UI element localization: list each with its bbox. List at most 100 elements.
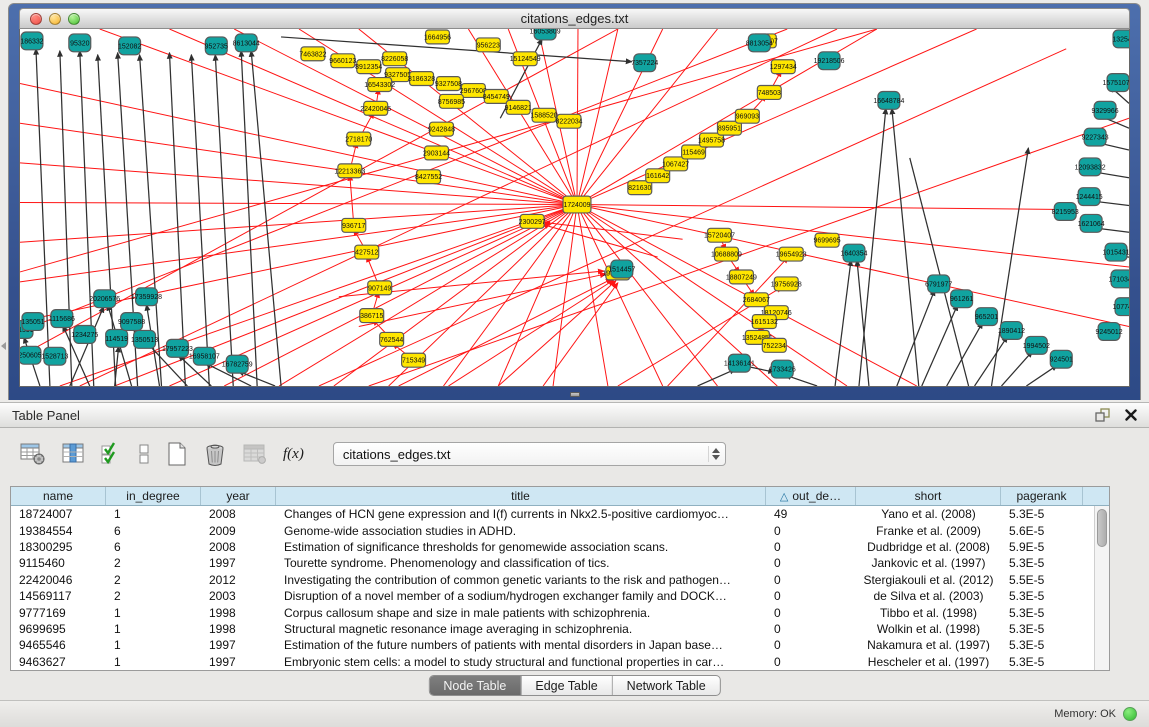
- graph-node-label: 952735: [205, 43, 228, 50]
- table-cell: Franke et al. (2009): [856, 524, 1001, 538]
- graph-node-label: 895951: [718, 126, 741, 133]
- table-cell: Wolkin et al. (1998): [856, 622, 1001, 636]
- graph-node-label: 8186328: [408, 76, 435, 83]
- graph-node-label: 22420046: [360, 106, 391, 113]
- float-panel-icon[interactable]: [1095, 408, 1111, 422]
- graph-node-label: 9329966: [1092, 108, 1119, 115]
- table-cell: Estimation of the future numbers of pati…: [276, 638, 766, 652]
- delete-column-button[interactable]: [203, 441, 227, 467]
- graph-node-label: 8226058: [381, 56, 408, 63]
- table-cell: 1: [106, 655, 201, 669]
- table-row[interactable]: 1872400712008Changes of HCN gene express…: [11, 506, 1109, 522]
- graph-node-label: 1640354: [840, 251, 867, 258]
- table-cell: Disruption of a novel member of a sodium…: [276, 589, 766, 603]
- table-cell: Structural magnetic resonance image aver…: [276, 622, 766, 636]
- table-row[interactable]: 1456911722003Disruption of a novel membe…: [11, 588, 1109, 604]
- tab-edge-table[interactable]: Edge Table: [521, 676, 612, 695]
- graph-node-label: 8613044: [233, 40, 260, 47]
- graph-node-label: 16648784: [873, 98, 904, 105]
- network-graph[interactable]: 7463822966012389123548226058932750581863…: [20, 29, 1129, 386]
- table-type-tabs: Node TableEdge TableNetwork Table: [428, 675, 720, 696]
- column-header[interactable]: in_degree: [106, 487, 201, 505]
- table-cell: 9463627: [11, 655, 106, 669]
- split-pane-handle[interactable]: [570, 392, 580, 397]
- column-header[interactable]: pagerank: [1001, 487, 1083, 505]
- table-body: 1872400712008Changes of HCN gene express…: [11, 506, 1109, 670]
- function-builder-button[interactable]: f(x): [283, 446, 304, 463]
- graph-node-label: 2684067: [743, 297, 770, 304]
- graph-node-label: 95320: [70, 40, 89, 47]
- graph-node-label: 9660123: [329, 58, 356, 65]
- table-cell: 9465546: [11, 638, 106, 652]
- graph-node-label: 19756928: [771, 281, 802, 288]
- row-height-button[interactable]: [137, 442, 151, 466]
- network-view-window[interactable]: citations_edges.txt 74638229660123891235…: [8, 3, 1141, 400]
- table-row[interactable]: 946362711997Embryonic stem cells: a mode…: [11, 654, 1109, 670]
- table-cell: 0: [766, 556, 856, 570]
- column-header[interactable]: name: [11, 487, 106, 505]
- table-row[interactable]: 946554611997Estimation of the future num…: [11, 637, 1109, 653]
- table-mode-button[interactable]: [20, 442, 46, 466]
- graph-node-label: 1297434: [770, 64, 797, 71]
- table-panel-titlebar[interactable]: Table Panel: [0, 403, 1149, 428]
- table-row[interactable]: 969969511998Structural magnetic resonanc…: [11, 621, 1109, 637]
- graph-node-label: 8215953: [1052, 209, 1079, 216]
- graph-node-label: 8454749: [483, 94, 510, 101]
- table-row[interactable]: 911546021997Tourette syndrome. Phenomeno…: [11, 555, 1109, 571]
- table-row[interactable]: 2242004622012Investigating the contribut…: [11, 572, 1109, 588]
- table-cell: 2003: [201, 589, 276, 603]
- table-row[interactable]: 1830029562008Estimation of significance …: [11, 539, 1109, 555]
- graph-node-label: 386715: [360, 313, 383, 320]
- table-row[interactable]: 977716911998Corpus callosum shape and si…: [11, 604, 1109, 620]
- graph-node-label: 15124549: [510, 56, 541, 63]
- table-cell: 49: [766, 507, 856, 521]
- graph-node-label: 956223: [477, 42, 500, 49]
- graph-node-label: 1588520: [531, 113, 558, 120]
- import-table-button[interactable]: [242, 442, 268, 466]
- graph-node-label: 821630: [628, 185, 651, 192]
- table-cell: Tibbo et al. (1998): [856, 606, 1001, 620]
- column-header[interactable]: year: [201, 487, 276, 505]
- tab-network-table[interactable]: Network Table: [613, 676, 720, 695]
- graph-node-label: 8813054: [746, 40, 773, 47]
- table-header-row: namein_degreeyeartitle△out_de…shortpager…: [11, 487, 1109, 506]
- column-header[interactable]: title: [276, 487, 766, 505]
- network-canvas[interactable]: 7463822966012389123548226058932750581863…: [19, 29, 1130, 387]
- table-row[interactable]: 1938455462009Genome-wide association stu…: [11, 522, 1109, 538]
- graph-node-label: 15751074: [1103, 80, 1129, 87]
- graph-node-label: 748503: [758, 90, 781, 97]
- table-cell: 5.3E-5: [1001, 507, 1083, 521]
- graph-node-label: 6791977: [925, 281, 952, 288]
- table-panel: Table Panel: [0, 402, 1149, 700]
- select-columns-button[interactable]: [100, 442, 122, 466]
- table-cell: 0: [766, 606, 856, 620]
- graph-node-label: 17957223: [162, 346, 193, 353]
- vertical-scrollbar[interactable]: [1094, 506, 1109, 670]
- tab-node-table[interactable]: Node Table: [429, 676, 521, 695]
- close-panel-icon[interactable]: [1125, 409, 1137, 421]
- graph-node-label: 9699695: [814, 238, 841, 245]
- table-cell: Yano et al. (2008): [856, 507, 1001, 521]
- window-titlebar[interactable]: citations_edges.txt: [19, 8, 1130, 29]
- graph-node-label: 961261: [950, 296, 973, 303]
- graph-node-label: 12213363: [334, 168, 365, 175]
- graph-node-label: 9227343: [1082, 135, 1109, 142]
- graph-node-label: 8912354: [355, 64, 382, 71]
- table-cell: 6: [106, 540, 201, 554]
- scrollbar-thumb[interactable]: [1097, 509, 1107, 547]
- create-column-button[interactable]: [166, 441, 188, 467]
- column-header[interactable]: short: [856, 487, 1001, 505]
- graph-node-label: 762544: [380, 337, 403, 344]
- show-columns-button[interactable]: [61, 442, 85, 466]
- memory-indicator[interactable]: [1123, 707, 1137, 721]
- table-cell: 5.9E-5: [1001, 540, 1083, 554]
- graph-node-label: 1244415: [1076, 194, 1103, 201]
- table-selector-combobox[interactable]: citations_edges.txt: [333, 442, 726, 466]
- graph-node-label: 132540: [1112, 36, 1129, 43]
- graph-node-label: 20206576: [89, 296, 120, 303]
- hidden-panel-grip[interactable]: [1, 342, 6, 350]
- graph-node-label: 1514457: [608, 266, 635, 273]
- table-toolbar: f(x) citations_edges.txt: [20, 439, 1149, 469]
- column-header[interactable]: △out_de…: [766, 487, 856, 505]
- table-cell: 0: [766, 638, 856, 652]
